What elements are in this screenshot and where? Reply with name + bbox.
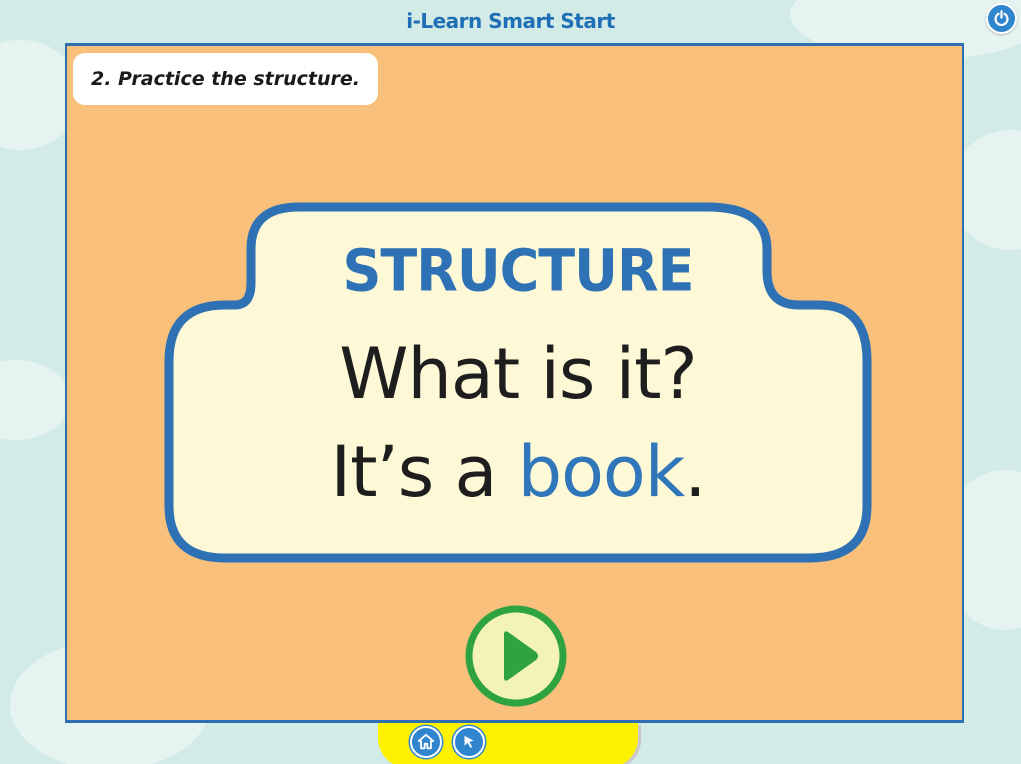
structure-title: STRUCTURE: [342, 236, 695, 305]
background-cloud: [0, 360, 70, 440]
power-icon: [994, 10, 1009, 27]
instruction-label: 2. Practice the structure.: [73, 53, 378, 105]
activity-stage: 2. Practice the structure. STRUCTURE Wha…: [65, 43, 964, 723]
structure-card: STRUCTURE What is it? It’s a book.: [159, 201, 877, 568]
home-button[interactable]: [410, 726, 442, 758]
answer-prefix: It’s a: [330, 431, 518, 513]
home-icon: [417, 733, 435, 750]
answer-suffix: .: [684, 431, 706, 513]
cursor-arrow-icon: [464, 735, 474, 748]
structure-question: What is it?: [339, 333, 697, 415]
app-title: i-Learn Smart Start: [406, 9, 615, 33]
play-button[interactable]: [464, 604, 568, 708]
cursor-button[interactable]: [453, 726, 485, 758]
answer-keyword: book: [517, 431, 686, 513]
play-icon: [465, 605, 567, 707]
power-button[interactable]: [986, 3, 1017, 34]
structure-answer: It’s a book.: [159, 431, 877, 513]
